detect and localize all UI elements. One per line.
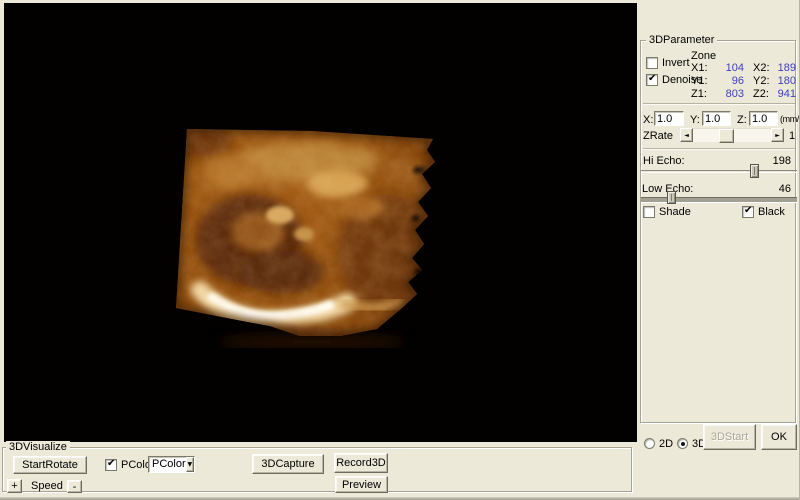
3dcapture-button[interactable]: 3DCapture [252, 454, 324, 474]
shade-checkbox[interactable] [643, 206, 655, 218]
render-viewport[interactable] [4, 3, 637, 442]
black-checkbox[interactable] [742, 206, 754, 218]
hi-echo-label: Hi Echo: [643, 155, 685, 167]
zrate-label: ZRate [643, 130, 673, 142]
preview-button[interactable]: Preview [335, 476, 388, 493]
zone-row-z: Z1: 803 Z2: 941 [641, 88, 797, 100]
chevron-down-icon[interactable]: ▼ [186, 457, 194, 472]
zrate-thumb[interactable] [719, 129, 734, 143]
zrate-right-arrow-icon[interactable]: ► [771, 128, 784, 142]
scale-x-label: X: [643, 114, 653, 126]
low-echo-slider-thumb[interactable] [667, 191, 676, 204]
hi-echo-slider-track[interactable] [641, 170, 797, 173]
zone-z1-label: Z1: [691, 88, 707, 100]
zone-y1-value: 96 [707, 75, 744, 87]
shade-label: Shade [659, 206, 691, 218]
zone-z1-value: 803 [707, 88, 744, 100]
scale-x-input[interactable] [654, 111, 684, 126]
zone-x2-value: 189 [767, 62, 796, 74]
zrate-track[interactable] [693, 128, 771, 142]
zrate-left-arrow-icon[interactable]: ◄ [680, 128, 693, 142]
low-echo-value: 46 [751, 183, 791, 195]
zone-y1-label: Y1: [691, 75, 708, 87]
hi-echo-slider-thumb[interactable] [750, 164, 759, 178]
scale-y-input[interactable] [702, 111, 731, 126]
zone-y2-value: 180 [767, 75, 796, 87]
separator-top [643, 103, 795, 105]
parameter-group-title: 3DParameter [646, 34, 717, 46]
speed-label: Speed [31, 480, 63, 492]
visualize-group-title: 3DVisualize [6, 441, 70, 453]
black-label: Black [758, 206, 785, 218]
zone-z2-value: 941 [767, 88, 796, 100]
scale-unit-label: (mm/p) [780, 114, 800, 124]
mode-3d-radio[interactable] [677, 438, 688, 449]
zone-label: Zone [691, 50, 716, 62]
zone-x1-value: 104 [707, 62, 744, 74]
pcolor-checkbox[interactable] [105, 459, 117, 471]
zone-x1-label: X1: [691, 62, 708, 74]
visualize-groupbox: 3DVisualize StartRotate + Speed - PColor… [2, 447, 632, 492]
pcolor-combobox-value: PColor [149, 457, 186, 472]
record3d-button[interactable]: Record3D [334, 453, 388, 473]
mode-2d-radio[interactable] [644, 438, 655, 449]
speed-plus-button[interactable]: + [7, 479, 22, 493]
separator-mid [643, 148, 795, 150]
scale-z-label: Z: [737, 114, 747, 126]
ok-button[interactable]: OK [761, 424, 797, 450]
parameter-groupbox: 3DParameter Invert Denoise Zone X1: 104 … [640, 40, 796, 423]
mode-2d-label: 2D [659, 438, 673, 450]
ultrasound-volume-render [172, 112, 440, 348]
zrate-scrollbar[interactable]: ◄ ► [680, 128, 784, 142]
3dstart-button[interactable]: 3DStart [703, 424, 756, 450]
speed-minus-button[interactable]: - [67, 480, 82, 493]
zone-row-y: Y1: 96 Y2: 180 [641, 75, 797, 87]
start-rotate-button[interactable]: StartRotate [13, 456, 87, 474]
zone-row-x: X1: 104 X2: 189 [641, 62, 797, 74]
zrate-value: 1 [789, 130, 795, 142]
low-echo-slider-track[interactable] [641, 197, 797, 203]
pcolor-combobox[interactable]: PColor ▼ [148, 456, 195, 473]
scale-y-label: Y: [690, 114, 700, 126]
app-window: 3DParameter Invert Denoise Zone X1: 104 … [0, 0, 800, 500]
scale-z-input[interactable] [749, 111, 778, 126]
